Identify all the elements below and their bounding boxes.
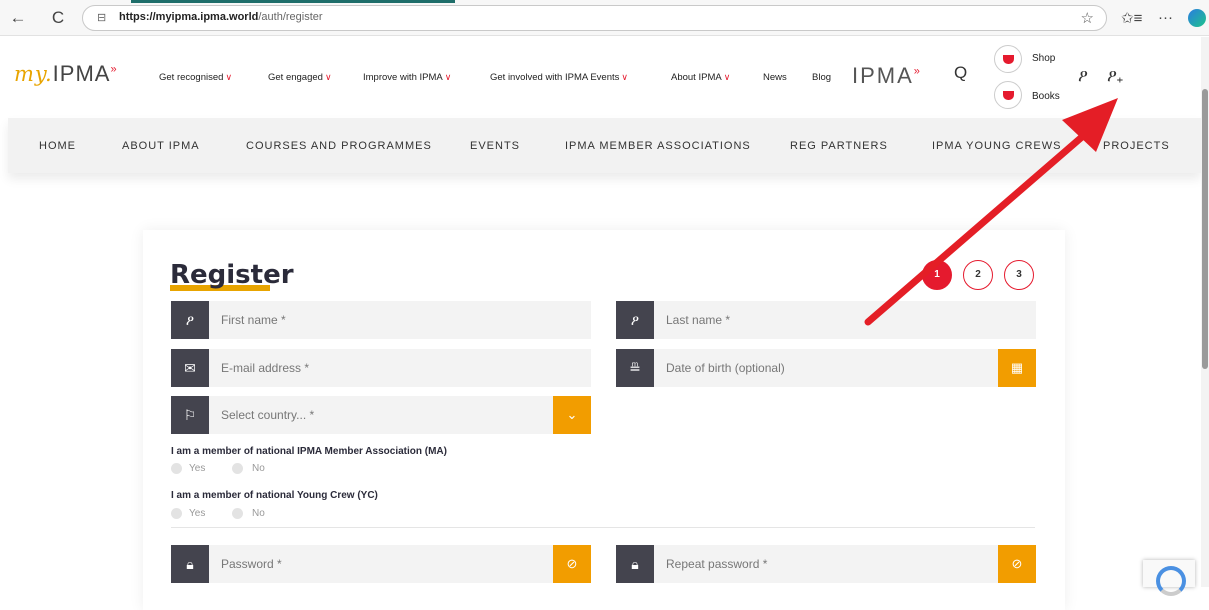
arrow-shaft bbox=[864, 126, 1094, 326]
annotation-arrow bbox=[864, 98, 1118, 326]
